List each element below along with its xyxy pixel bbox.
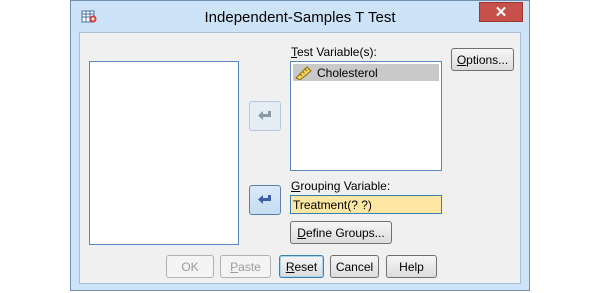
grouping-variable-value: Treatment(? ?) <box>293 197 372 212</box>
arrow-left-icon <box>258 195 271 204</box>
define-groups-mnemonic: D <box>297 225 306 240</box>
options-mnemonic: O <box>456 52 467 67</box>
reset-label: eset <box>294 259 318 274</box>
paste-mnemonic: P <box>230 259 239 274</box>
close-button[interactable]: ✕ <box>479 2 523 22</box>
paste-button[interactable]: Paste <box>220 255 271 278</box>
grouping-mnemonic: G <box>291 179 301 193</box>
help-button[interactable]: Help <box>386 255 437 278</box>
source-variable-list[interactable] <box>89 61 239 245</box>
move-to-test-variables-button[interactable] <box>249 101 281 131</box>
reset-mnemonic: R <box>285 259 295 274</box>
arrow-left-icon <box>258 111 271 120</box>
scale-ruler-icon <box>295 66 312 80</box>
move-to-grouping-button[interactable] <box>249 185 281 215</box>
list-item-label: Cholesterol <box>317 65 378 80</box>
window-title: Independent-Samples T Test <box>204 9 396 26</box>
ok-button[interactable]: OK <box>166 255 214 278</box>
test-variables-list[interactable]: Cholesterol <box>290 61 442 171</box>
options-label: ptions... <box>466 52 509 67</box>
dialog-window: Independent-Samples T Test ✕ Test Variab… <box>70 0 530 291</box>
test-variables-label-text: est Variable(s): <box>297 45 377 59</box>
paste-label: aste <box>238 259 261 274</box>
grouping-variable-label: Grouping Variable: <box>291 179 390 193</box>
define-groups-button[interactable]: Define Groups... <box>290 221 392 244</box>
grouping-label-text: rouping Variable: <box>300 179 391 193</box>
define-groups-label: efine Groups... <box>305 225 385 240</box>
close-icon: ✕ <box>494 4 508 21</box>
dialog-body: Test Variable(s): Cholesterol Options...… <box>79 32 521 284</box>
test-variables-label: Test Variable(s): <box>291 45 377 59</box>
help-label: Help <box>399 259 424 274</box>
cancel-label: Cancel <box>335 259 374 274</box>
grouping-variable-field[interactable]: Treatment(? ?) <box>290 195 442 214</box>
title-bar[interactable]: Independent-Samples T Test ✕ <box>71 1 529 33</box>
options-button[interactable]: Options... <box>451 48 514 71</box>
list-item[interactable]: Cholesterol <box>293 64 439 81</box>
reset-button[interactable]: Reset <box>279 255 324 278</box>
ok-label: OK <box>181 259 199 274</box>
cancel-button[interactable]: Cancel <box>330 255 379 278</box>
